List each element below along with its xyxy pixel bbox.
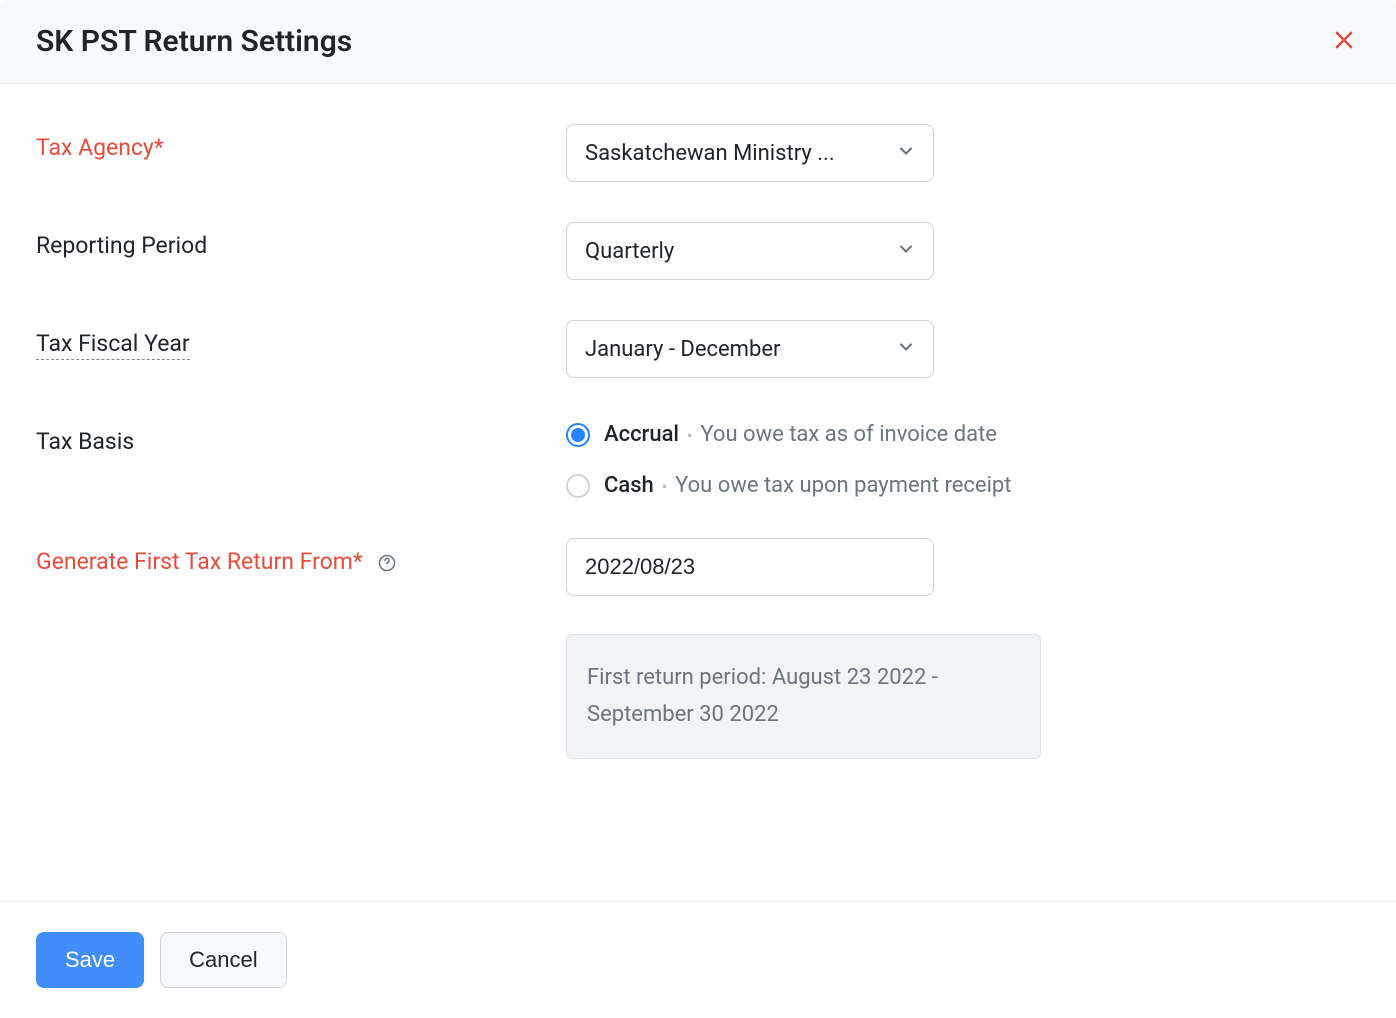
radio-option-cash[interactable]: Cash • You owe tax upon payment receipt bbox=[566, 473, 1011, 498]
close-button[interactable] bbox=[1328, 24, 1360, 59]
radio-indicator bbox=[566, 423, 590, 447]
modal-body: Tax Agency* Saskatchewan Ministry ... Re… bbox=[0, 84, 1396, 901]
row-first-return-from: Generate First Tax Return From* First re… bbox=[36, 538, 1360, 759]
label-tax-fiscal-year: Tax Fiscal Year bbox=[36, 320, 566, 360]
close-icon bbox=[1332, 28, 1356, 55]
modal-header: SK PST Return Settings bbox=[0, 0, 1396, 84]
label-reporting-period: Reporting Period bbox=[36, 222, 566, 259]
radio-option-accrual[interactable]: Accrual • You owe tax as of invoice date bbox=[566, 422, 1011, 447]
label-first-return-from: Generate First Tax Return From* bbox=[36, 538, 566, 575]
row-tax-basis: Tax Basis Accrual • You owe tax as of in… bbox=[36, 418, 1360, 498]
radio-hint-accrual: You owe tax as of invoice date bbox=[700, 422, 997, 447]
label-tax-agency: Tax Agency* bbox=[36, 124, 566, 161]
radio-hint-cash: You owe tax upon payment receipt bbox=[675, 473, 1011, 498]
modal-footer: Save Cancel bbox=[0, 901, 1396, 1018]
cancel-button[interactable]: Cancel bbox=[160, 932, 286, 988]
row-tax-fiscal-year: Tax Fiscal Year January - December bbox=[36, 320, 1360, 378]
settings-modal: SK PST Return Settings Tax Agency* Saska… bbox=[0, 0, 1396, 1018]
radio-label-cash: Cash bbox=[604, 473, 654, 498]
select-tax-fiscal-year[interactable]: January - December bbox=[566, 320, 934, 378]
row-tax-agency: Tax Agency* Saskatchewan Ministry ... bbox=[36, 124, 1360, 182]
save-button[interactable]: Save bbox=[36, 932, 144, 988]
tax-basis-radio-group: Accrual • You owe tax as of invoice date… bbox=[566, 418, 1011, 498]
select-reporting-period[interactable]: Quarterly bbox=[566, 222, 934, 280]
select-reporting-period-value: Quarterly bbox=[566, 222, 934, 280]
first-return-period-info: First return period: August 23 2022 - Se… bbox=[566, 634, 1041, 759]
modal-title: SK PST Return Settings bbox=[36, 24, 352, 59]
select-tax-agency[interactable]: Saskatchewan Ministry ... bbox=[566, 124, 934, 182]
radio-indicator bbox=[566, 474, 590, 498]
input-first-return-date[interactable] bbox=[566, 538, 934, 596]
radio-label-accrual: Accrual bbox=[604, 422, 679, 447]
row-reporting-period: Reporting Period Quarterly bbox=[36, 222, 1360, 280]
select-tax-fiscal-year-value: January - December bbox=[566, 320, 934, 378]
select-tax-agency-value: Saskatchewan Ministry ... bbox=[566, 124, 934, 182]
label-tax-basis: Tax Basis bbox=[36, 418, 566, 455]
help-icon[interactable] bbox=[377, 553, 397, 573]
